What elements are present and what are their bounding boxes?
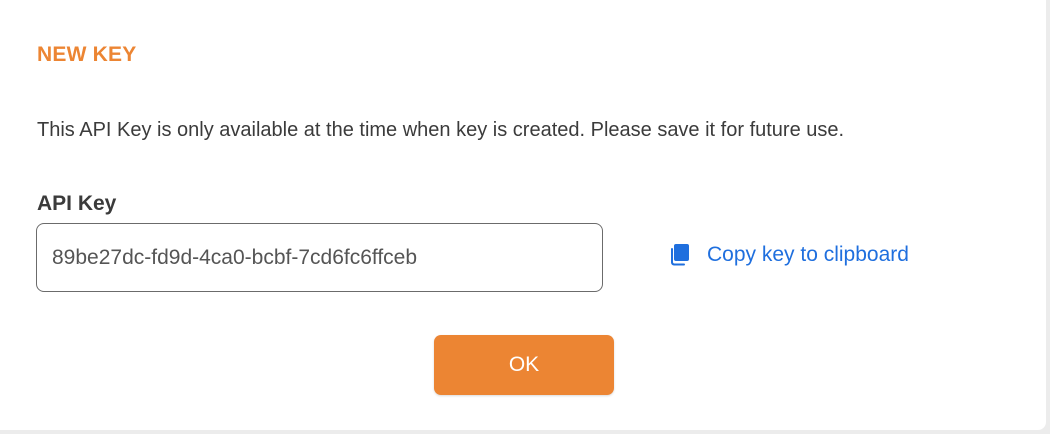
copy-key-label: Copy key to clipboard: [707, 243, 909, 266]
dialog-message: This API Key is only available at the ti…: [37, 119, 845, 141]
copy-icon: [669, 243, 691, 267]
new-key-dialog: NEW KEY This API Key is only available a…: [0, 0, 1046, 430]
copy-key-button[interactable]: Copy key to clipboard: [669, 243, 909, 267]
ok-button[interactable]: OK: [434, 335, 614, 395]
api-key-field[interactable]: [36, 223, 603, 292]
dialog-title: NEW KEY: [37, 43, 137, 66]
api-key-label: API Key: [37, 192, 117, 215]
